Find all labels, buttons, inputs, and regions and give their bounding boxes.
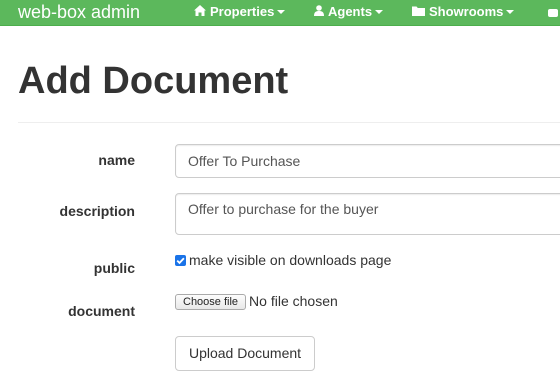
file-status-text: No file chosen xyxy=(249,293,338,309)
public-checkbox[interactable] xyxy=(175,254,186,266)
check-icon xyxy=(176,257,185,264)
caret-down-icon xyxy=(277,9,286,14)
caret-down-icon xyxy=(506,9,515,14)
nav-agents-label: Agents xyxy=(328,4,373,19)
nav-showrooms-dropdown[interactable]: Showrooms xyxy=(412,0,515,25)
name-label: name xyxy=(98,152,135,168)
top-navbar: web-box admin Properties Agents Showroom… xyxy=(0,0,560,26)
name-input[interactable] xyxy=(175,144,560,178)
description-textarea[interactable]: Offer to purchase for the buyer xyxy=(175,193,560,235)
public-checkbox-text: make visible on downloads page xyxy=(189,252,392,268)
nav-properties-dropdown[interactable]: Properties xyxy=(194,0,286,25)
page-title: Add Document xyxy=(18,60,289,102)
nav-showrooms-label: Showrooms xyxy=(429,4,504,19)
brand-link[interactable]: web-box admin xyxy=(18,1,140,23)
user-menu-icon[interactable] xyxy=(548,9,558,17)
divider xyxy=(18,122,560,123)
nav-agents-dropdown[interactable]: Agents xyxy=(314,0,384,25)
nav-properties-label: Properties xyxy=(210,4,275,19)
description-label: description xyxy=(59,203,135,219)
caret-down-icon xyxy=(375,9,384,14)
public-checkbox-row[interactable]: make visible on downloads page xyxy=(175,252,391,268)
upload-document-button[interactable]: Upload Document xyxy=(175,336,315,371)
document-label: document xyxy=(68,303,135,319)
folder-icon xyxy=(412,0,425,24)
home-icon xyxy=(194,0,206,24)
public-label: public xyxy=(93,260,135,276)
file-input[interactable]: Choose file No file chosen xyxy=(175,293,338,311)
choose-file-button[interactable]: Choose file xyxy=(175,294,247,311)
user-icon xyxy=(314,0,324,24)
